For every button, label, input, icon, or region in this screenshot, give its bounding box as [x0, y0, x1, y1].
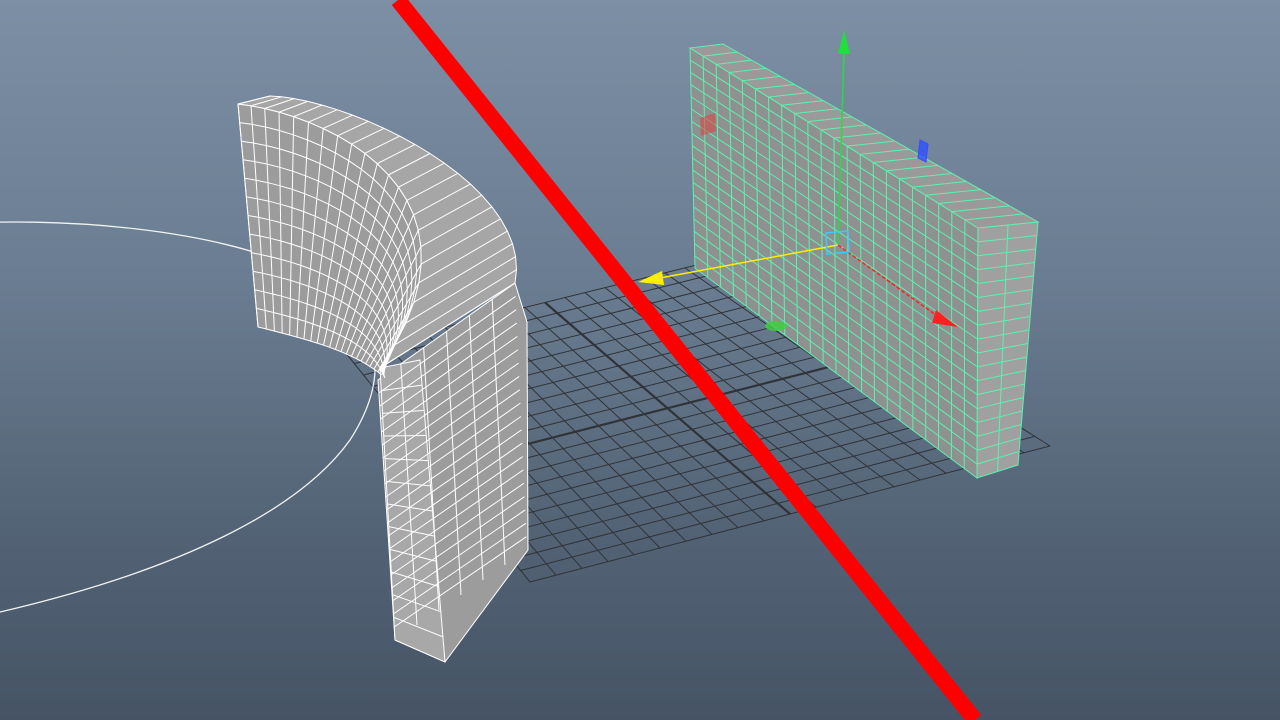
perspective-viewport[interactable] [0, 0, 1280, 720]
flat-wall-side-face[interactable] [976, 221, 1039, 479]
scene-canvas[interactable] [0, 0, 1280, 720]
xy-plane-handle[interactable] [917, 139, 929, 163]
xz-plane-handle[interactable] [765, 321, 787, 331]
curved-wall-mesh[interactable] [237, 95, 529, 663]
